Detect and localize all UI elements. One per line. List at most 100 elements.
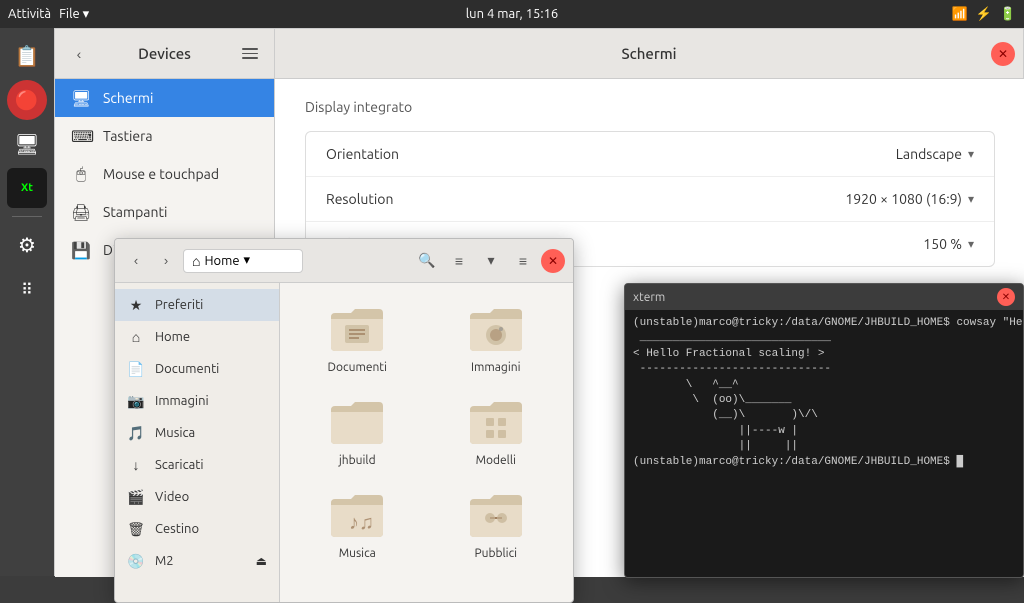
schermi-label: Schermi xyxy=(103,90,153,106)
fm-home-icon: ⌂ xyxy=(127,329,145,345)
folder-documenti[interactable]: Documenti xyxy=(292,295,423,380)
fm-sidebar-home[interactable]: ⌂ Home xyxy=(115,321,279,353)
tastiera-icon: ⌨ xyxy=(71,127,91,146)
xterm-title: xterm xyxy=(633,291,665,304)
fm-download-icon: ↓ xyxy=(127,457,145,473)
fm-header: ‹ › ⌂ Home ▾ 🔍 ≡ ▾ ≡ ✕ xyxy=(115,239,573,283)
fm-menu-button[interactable]: ≡ xyxy=(509,247,537,275)
fm-location-bar[interactable]: ⌂ Home ▾ xyxy=(183,249,303,273)
folder-immagini[interactable]: Immagini xyxy=(431,295,562,380)
devices-close-button[interactable]: ✕ xyxy=(991,42,1015,66)
fm-video-icon: 🎬 xyxy=(127,489,145,506)
dispositivi-icon: 💾 xyxy=(71,241,91,260)
fm-home-label: Home xyxy=(155,330,190,344)
topbar-datetime: lun 4 mar, 15:16 xyxy=(466,7,558,21)
section-title: Display integrato xyxy=(305,99,995,115)
sidebar-item-stampanti[interactable]: 🖨 Stampanti xyxy=(55,193,274,231)
mouse-icon: 🖱 xyxy=(71,165,91,184)
folder-modelli-icon xyxy=(468,398,524,448)
sidebar-item-schermi[interactable]: 🖥 Schermi xyxy=(55,79,274,117)
fm-sidebar-preferiti[interactable]: ★ Preferiti xyxy=(115,289,279,321)
dock: 📋 🔴 🖥 Xt ⚙ ⠿ xyxy=(0,28,54,576)
folder-documenti-icon xyxy=(329,305,385,355)
fm-m2-icon: 💿 xyxy=(127,553,145,570)
resolution-value[interactable]: 1920 × 1080 (16:9) ▾ xyxy=(845,191,974,207)
xterm-header: xterm ✕ xyxy=(625,284,1023,310)
schermi-icon: 🖥 xyxy=(71,89,91,108)
dock-icon-git[interactable]: 🔴 xyxy=(7,80,47,120)
fm-location-arrow: ▾ xyxy=(244,253,251,268)
fm-doc-icon: 📄 xyxy=(127,361,145,378)
preferiti-label: Preferiti xyxy=(155,298,203,312)
orientation-row: Orientation Landscape ▾ xyxy=(306,132,994,177)
preferiti-icon: ★ xyxy=(127,297,145,314)
fm-sidebar-documenti[interactable]: 📄 Documenti xyxy=(115,353,279,385)
dock-icon-display[interactable]: 🖥 xyxy=(7,124,47,164)
fm-sidebar-scaricati[interactable]: ↓ Scaricati xyxy=(115,449,279,481)
fm-sidebar-immagini[interactable]: 📷 Immagini xyxy=(115,385,279,417)
folder-musica-icon: ♪♫ xyxy=(329,491,385,541)
folder-musica[interactable]: ♪♫ Musica xyxy=(292,481,423,566)
fm-view-button[interactable]: ▾ xyxy=(477,247,505,275)
folder-pubblici[interactable]: Pubblici xyxy=(431,481,562,566)
svg-text:♪♫: ♪♫ xyxy=(349,510,374,533)
file-menu[interactable]: File ▾ xyxy=(59,7,89,22)
fm-close-button[interactable]: ✕ xyxy=(541,249,565,273)
dock-icon-xterm[interactable]: Xt xyxy=(7,168,47,208)
fm-m2-eject[interactable]: ⏏ xyxy=(256,554,267,568)
fm-forward-button[interactable]: › xyxy=(153,248,179,274)
fm-sidebar-m2[interactable]: 💿 M2 ⏏ xyxy=(115,545,279,577)
fm-trash-icon: 🗑 xyxy=(127,521,145,538)
fm-body: ★ Preferiti ⌂ Home 📄 Documenti 📷 Immagin… xyxy=(115,283,573,603)
fm-sidebar-cestino[interactable]: 🗑 Cestino xyxy=(115,513,279,545)
folder-pubblici-name: Pubblici xyxy=(474,547,517,560)
activity-label[interactable]: Attività xyxy=(8,7,51,21)
topbar: Attività File ▾ lun 4 mar, 15:16 📶 ⚡ 🔋 xyxy=(0,0,1024,28)
xterm-window: xterm ✕ (unstable)marco@tricky:/data/GNO… xyxy=(624,283,1024,578)
topbar-right: 📶 ⚡ 🔋 xyxy=(951,7,1016,22)
folder-immagini-icon xyxy=(468,305,524,355)
home-icon: ⌂ xyxy=(192,253,200,269)
fm-sidebar: ★ Preferiti ⌂ Home 📄 Documenti 📷 Immagin… xyxy=(115,283,280,603)
fm-sidebar-musica[interactable]: 🎵 Musica xyxy=(115,417,279,449)
sidebar-item-tastiera[interactable]: ⌨ Tastiera xyxy=(55,117,274,155)
folder-immagini-name: Immagini xyxy=(471,361,521,374)
stampanti-icon: 🖨 xyxy=(71,203,91,222)
folder-pubblici-icon xyxy=(468,491,524,541)
fm-immagini-label: Immagini xyxy=(155,394,209,408)
sidebar-item-mouse[interactable]: 🖱 Mouse e touchpad xyxy=(55,155,274,193)
orientation-dropdown-arrow: ▾ xyxy=(968,147,974,161)
devices-center-title: Schermi xyxy=(275,45,1023,62)
scale-dropdown-arrow: ▾ xyxy=(968,237,974,251)
hamburger-icon xyxy=(242,48,258,59)
xterm-content[interactable]: (unstable)marco@tricky:/data/GNOME/JHBUI… xyxy=(625,310,1023,578)
fm-sidebar-video[interactable]: 🎬 Video xyxy=(115,481,279,513)
fm-m2-label: M2 xyxy=(155,554,174,568)
main-area: ‹ Devices Schermi ✕ 🖥 Schermi ⌨ Tastiera xyxy=(54,28,1024,576)
menu-button[interactable] xyxy=(236,40,264,68)
folder-documenti-name: Documenti xyxy=(328,361,387,374)
folder-modelli[interactable]: Modelli xyxy=(431,388,562,473)
fm-grid: Documenti Immagini xyxy=(280,283,573,603)
resolution-label: Resolution xyxy=(326,191,393,207)
fm-music-icon: 🎵 xyxy=(127,425,145,442)
file-manager: ‹ › ⌂ Home ▾ 🔍 ≡ ▾ ≡ ✕ ★ Preferiti ⌂ xyxy=(114,238,574,603)
folder-jhbuild[interactable]: jhbuild xyxy=(292,388,423,473)
dock-icon-files[interactable]: 📋 xyxy=(7,36,47,76)
orientation-value[interactable]: Landscape ▾ xyxy=(896,146,974,162)
back-button[interactable]: ‹ xyxy=(65,40,93,68)
bluetooth-icon[interactable]: ⚡ xyxy=(976,7,992,22)
fm-sort-button[interactable]: ≡ xyxy=(445,247,473,275)
devices-header-left: ‹ Devices xyxy=(55,29,275,78)
fm-search-button[interactable]: 🔍 xyxy=(413,247,441,275)
dock-icon-settings[interactable]: ⚙ xyxy=(7,225,47,265)
battery-icon[interactable]: 🔋 xyxy=(1000,7,1016,22)
dock-icon-apps[interactable]: ⠿ xyxy=(7,269,47,309)
fm-cestino-label: Cestino xyxy=(155,522,199,536)
devices-header: ‹ Devices Schermi ✕ xyxy=(55,29,1023,79)
xterm-close-button[interactable]: ✕ xyxy=(997,288,1015,306)
scale-value[interactable]: 150 % ▾ xyxy=(923,236,974,252)
resolution-row: Resolution 1920 × 1080 (16:9) ▾ xyxy=(306,177,994,222)
fm-back-button[interactable]: ‹ xyxy=(123,248,149,274)
network-icon[interactable]: 📶 xyxy=(951,7,967,22)
